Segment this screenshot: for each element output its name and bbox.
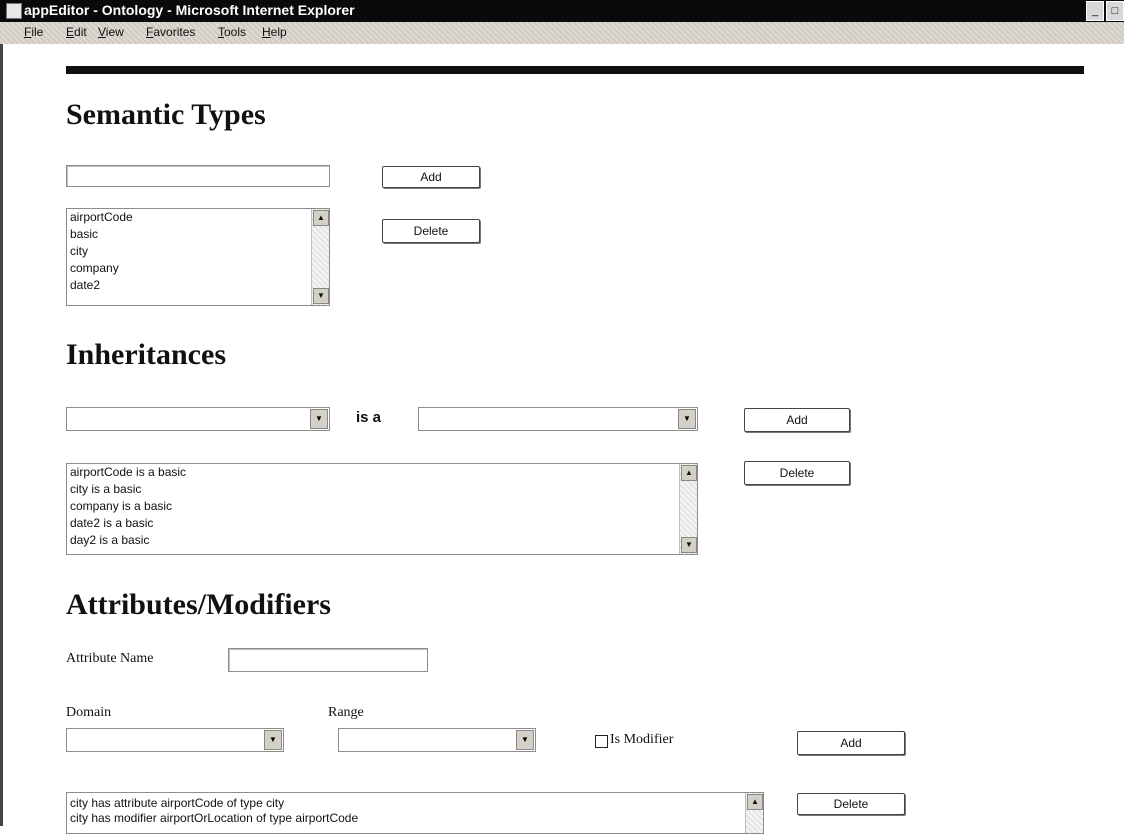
list-item[interactable]: basic: [67, 226, 329, 243]
inheritance-add-button[interactable]: Add: [744, 408, 850, 432]
list-item[interactable]: day2 is a basic: [67, 532, 697, 549]
semantic-type-add-button[interactable]: Add: [382, 166, 480, 188]
list-item[interactable]: city has modifier airportOrLocation of t…: [67, 811, 763, 826]
semantic-types-heading: Semantic Types: [66, 98, 266, 131]
is-modifier-checkbox[interactable]: [595, 735, 608, 748]
chevron-down-icon[interactable]: ▼: [516, 730, 534, 750]
chevron-down-icon[interactable]: ▼: [310, 409, 328, 429]
domain-select[interactable]: ▼: [66, 728, 284, 752]
list-item[interactable]: city: [67, 243, 329, 260]
minimize-icon[interactable]: _: [1086, 1, 1104, 21]
attribute-name-label: Attribute Name: [66, 651, 154, 666]
menu-favorites[interactable]: Favorites: [146, 25, 195, 39]
scrollbar[interactable]: ▲ ▼: [679, 464, 697, 554]
list-item[interactable]: city is a basic: [67, 481, 697, 498]
list-item[interactable]: company: [67, 260, 329, 277]
menu-view[interactable]: View: [98, 25, 124, 39]
list-item[interactable]: company is a basic: [67, 498, 697, 515]
list-item[interactable]: date2: [67, 277, 329, 294]
chevron-down-icon[interactable]: ▼: [264, 730, 282, 750]
scrollbar[interactable]: ▲: [745, 793, 763, 833]
scroll-down-icon[interactable]: ▼: [681, 537, 697, 553]
inheritance-delete-button[interactable]: Delete: [744, 461, 850, 485]
inheritance-parent-select[interactable]: ▼: [418, 407, 698, 431]
scroll-up-icon[interactable]: ▲: [747, 794, 763, 810]
scrollbar[interactable]: ▲ ▼: [311, 209, 329, 305]
menu-bar: File Edit View Favorites Tools Help: [0, 22, 1124, 44]
maximize-icon[interactable]: □: [1106, 1, 1124, 21]
range-select[interactable]: ▼: [338, 728, 536, 752]
semantic-type-input[interactable]: [66, 165, 330, 187]
is-modifier-label: Is Modifier: [610, 732, 674, 747]
scroll-up-icon[interactable]: ▲: [313, 210, 329, 226]
menu-tools[interactable]: Tools: [218, 25, 246, 39]
inheritances-heading: Inheritances: [66, 338, 226, 371]
semantic-type-delete-button[interactable]: Delete: [382, 219, 480, 243]
scroll-down-icon[interactable]: ▼: [313, 288, 329, 304]
menu-file[interactable]: File: [24, 25, 43, 39]
attribute-delete-button[interactable]: Delete: [797, 793, 905, 815]
list-item[interactable]: airportCode is a basic: [67, 464, 697, 481]
window-title: appEditor - Ontology - Microsoft Interne…: [24, 2, 355, 18]
attribute-add-button[interactable]: Add: [797, 731, 905, 755]
attributes-list[interactable]: city has attribute airportCode of type c…: [66, 792, 764, 834]
menu-edit[interactable]: Edit: [66, 25, 87, 39]
list-item[interactable]: date2 is a basic: [67, 515, 697, 532]
window-titlebar: appEditor - Ontology - Microsoft Interne…: [0, 0, 1124, 22]
attributes-heading: Attributes/Modifiers: [66, 588, 331, 621]
window-left-border: [0, 44, 3, 826]
attribute-name-input[interactable]: [228, 648, 428, 672]
header-rule: [66, 66, 1084, 74]
inheritances-list[interactable]: airportCode is a basic city is a basic c…: [66, 463, 698, 555]
inheritance-child-select[interactable]: ▼: [66, 407, 330, 431]
list-item[interactable]: city has attribute airportCode of type c…: [67, 796, 763, 811]
scroll-up-icon[interactable]: ▲: [681, 465, 697, 481]
range-label: Range: [328, 705, 364, 720]
list-item[interactable]: airportCode: [67, 209, 329, 226]
is-a-label: is a: [356, 409, 382, 426]
ie-app-icon: [6, 3, 22, 19]
domain-label: Domain: [66, 705, 112, 720]
semantic-types-list[interactable]: airportCode basic city company date2 ▲ ▼: [66, 208, 330, 306]
chevron-down-icon[interactable]: ▼: [678, 409, 696, 429]
menu-help[interactable]: Help: [262, 25, 287, 39]
